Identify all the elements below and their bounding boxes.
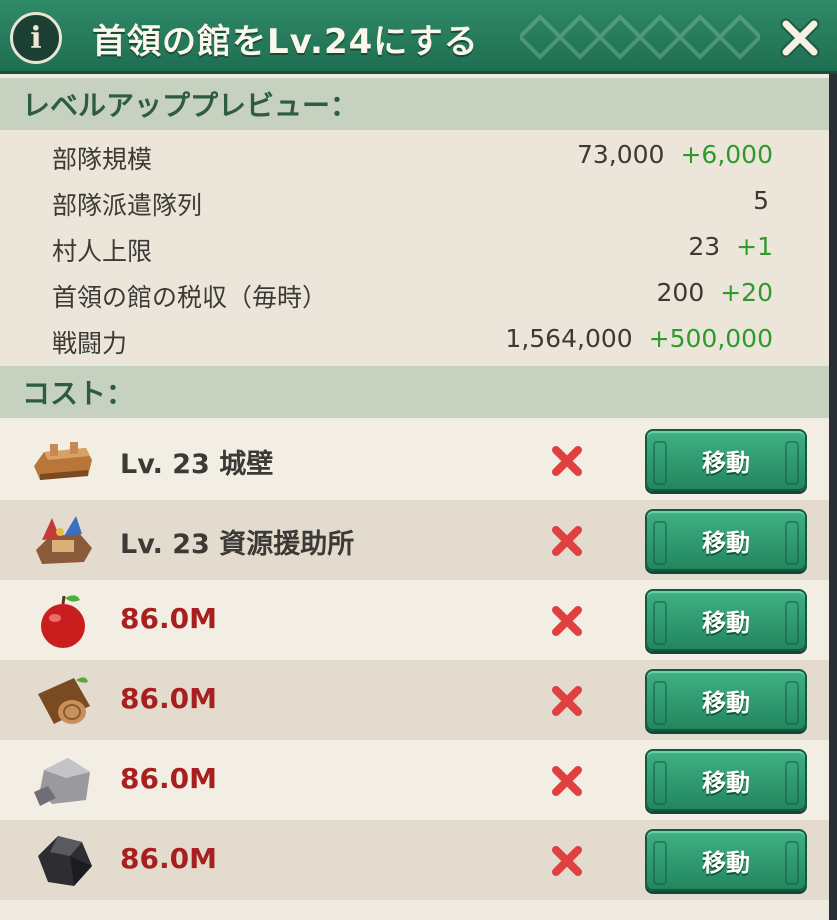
preview-heading: レベルアッププレビュー： (0, 78, 837, 130)
stat-value: 5 (753, 186, 769, 215)
cost-requirement-text: Lv. 23 城壁 (120, 449, 274, 480)
close-icon (780, 18, 820, 58)
unmet-x-icon (552, 526, 582, 556)
wall-icon (34, 442, 92, 480)
apple-food-icon (41, 595, 85, 648)
stat-value: 1,564,000 +500,000 (505, 324, 773, 353)
stat-current: 1,564,000 (505, 324, 633, 353)
stat-label: 村人上限 (52, 237, 153, 266)
cost-amount: 86.0M (120, 682, 217, 715)
info-icon: i (30, 20, 42, 56)
stat-label: 戦闘力 (52, 329, 128, 358)
stat-row: 部隊規模 73,000 +6,000 (0, 132, 837, 178)
scroll-edge (829, 74, 837, 920)
go-button[interactable]: 移動 (645, 669, 807, 731)
cost-amount: 86.0M (120, 602, 217, 635)
cost-row-food: 86.0M 移動 (0, 580, 837, 660)
unmet-x-icon (552, 846, 582, 876)
iron-ore-icon (38, 836, 92, 886)
cost-row-wall: Lv. 23 城壁 移動 (0, 420, 837, 500)
stat-label: 部隊派遣隊列 (52, 191, 203, 220)
preview-stats: 部隊規模 73,000 +6,000 部隊派遣隊列 5 村人上限 23 +1 首領の… (0, 130, 837, 366)
panel-title: 首領の館をLv.24にする (92, 22, 479, 62)
stat-label: 首領の館の税収（毎時） (52, 283, 328, 312)
cost-heading: コスト： (0, 366, 837, 418)
go-button[interactable]: 移動 (645, 749, 807, 811)
go-button[interactable]: 移動 (645, 589, 807, 651)
cost-requirement-text: Lv. 23 資源援助所 (120, 529, 355, 560)
unmet-x-icon (552, 766, 582, 796)
close-button[interactable] (776, 14, 824, 62)
upgrade-panel: i 首領の館をLv.24にする レベルアッププレビュー： 部隊規模 73,000… (0, 0, 837, 920)
resource-aid-station-icon (36, 516, 92, 564)
stat-increase: +6,000 (680, 140, 773, 169)
stat-value: 200 +20 (657, 278, 773, 307)
cost-row-ore: 86.0M 移動 (0, 820, 837, 900)
stat-value: 73,000 +6,000 (577, 140, 773, 169)
stone-icon (34, 758, 90, 806)
cost-row-wood: 86.0M 移動 (0, 660, 837, 740)
unmet-x-icon (552, 446, 582, 476)
cost-row-resource-aid: Lv. 23 資源援助所 移動 (0, 500, 837, 580)
stat-value: 23 +1 (688, 232, 773, 261)
go-button[interactable]: 移動 (645, 829, 807, 891)
cost-row-stone: 86.0M 移動 (0, 740, 837, 820)
stat-row: 首領の館の税収（毎時） 200 +20 (0, 270, 837, 316)
go-button[interactable]: 移動 (645, 429, 807, 491)
unmet-x-icon (552, 606, 582, 636)
cost-amount: 86.0M (120, 842, 217, 875)
stat-row: 村人上限 23 +1 (0, 224, 837, 270)
info-button[interactable]: i (10, 12, 62, 64)
stat-row: 戦闘力 1,564,000 +500,000 (0, 316, 837, 362)
cost-amount: 86.0M (120, 762, 217, 795)
stat-increase: +1 (736, 232, 773, 261)
header-ornament-icon (520, 14, 760, 60)
wood-log-icon (38, 677, 90, 724)
unmet-x-icon (552, 686, 582, 716)
go-button[interactable]: 移動 (645, 509, 807, 571)
stat-label: 部隊規模 (52, 145, 153, 174)
stat-current: 5 (753, 186, 769, 215)
stat-current: 73,000 (576, 140, 665, 169)
stat-current: 200 (656, 278, 705, 307)
stat-increase: +20 (720, 278, 773, 307)
stat-current: 23 (688, 232, 721, 261)
stat-row: 部隊派遣隊列 5 (0, 178, 837, 224)
panel-header: i 首領の館をLv.24にする (0, 0, 837, 74)
stat-increase: +500,000 (648, 324, 773, 353)
